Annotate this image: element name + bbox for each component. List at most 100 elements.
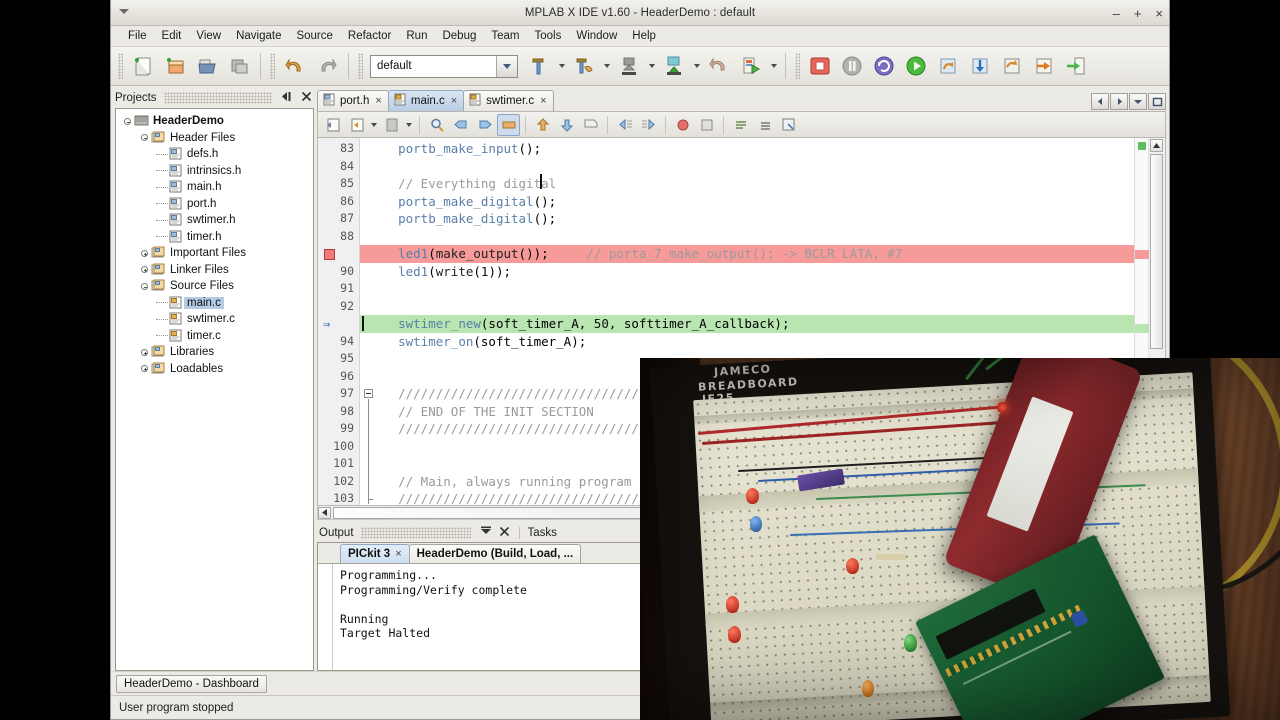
- line-number[interactable]: 90: [318, 263, 359, 281]
- make-and-program-icon[interactable]: [614, 51, 644, 81]
- shift-right-icon[interactable]: [637, 114, 660, 136]
- code-line[interactable]: portb_make_digital();: [360, 210, 1165, 228]
- new-project-icon[interactable]: [160, 51, 190, 81]
- tree-item-important-files[interactable]: Important Files: [116, 245, 313, 262]
- line-number[interactable]: 100: [318, 438, 359, 456]
- line-number-gutter[interactable]: 83 84 85 86 87 88 90 91 92 ⇒ 94 95 96 97 98 99 100 101 102…: [318, 138, 360, 505]
- tree-item-linker-files[interactable]: Linker Files: [116, 262, 313, 279]
- reset-icon[interactable]: [869, 52, 899, 80]
- line-number[interactable]: 96: [318, 368, 359, 386]
- breakpoint-marker[interactable]: [318, 245, 359, 263]
- tasks-tab[interactable]: Tasks: [518, 526, 565, 539]
- maximize-button[interactable]: +: [1134, 7, 1142, 20]
- line-number[interactable]: 86: [318, 193, 359, 211]
- new-file-icon[interactable]: [128, 51, 158, 81]
- make-program-dropdown-icon[interactable]: [646, 52, 657, 80]
- window-menu-icon[interactable]: [119, 9, 129, 14]
- code-line[interactable]: led1(write(1));: [360, 263, 1165, 281]
- line-number[interactable]: 99: [318, 420, 359, 438]
- code-line[interactable]: led1(make_output()); // porta_7_make_out…: [360, 245, 1165, 263]
- previous-bookmark-icon[interactable]: [449, 114, 472, 136]
- code-line[interactable]: swtimer_on(soft_timer_A);: [360, 333, 1165, 351]
- program-device-icon[interactable]: [659, 51, 689, 81]
- step-over-icon[interactable]: [933, 52, 963, 80]
- output-panel-grip[interactable]: [360, 526, 471, 539]
- tree-item-defs-h[interactable]: defs.h: [116, 146, 313, 163]
- step-out-icon[interactable]: [997, 52, 1027, 80]
- expand-handle-icon[interactable]: [139, 264, 150, 275]
- inspect-icon[interactable]: [777, 114, 800, 136]
- shift-line-down-icon[interactable]: [555, 114, 578, 136]
- hold-in-reset-icon[interactable]: [704, 51, 734, 81]
- program-dropdown-icon[interactable]: [691, 52, 702, 80]
- collapse-handle-icon[interactable]: [122, 116, 133, 127]
- line-number[interactable]: 101: [318, 455, 359, 473]
- line-number[interactable]: 87: [318, 210, 359, 228]
- line-number[interactable]: 83: [318, 140, 359, 158]
- collapse-icon[interactable]: [279, 91, 295, 105]
- menu-help[interactable]: Help: [625, 28, 663, 44]
- breakpoint-icon[interactable]: [324, 248, 335, 260]
- menu-view[interactable]: View: [189, 28, 228, 44]
- code-line[interactable]: [360, 158, 1165, 176]
- build-project-icon[interactable]: [524, 51, 554, 81]
- code-line[interactable]: swtimer_new(soft_timer_A, 50, softtimer_…: [360, 315, 1165, 333]
- tree-item-swtimer-h[interactable]: swtimer.h: [116, 212, 313, 229]
- tree-item-timer-c[interactable]: timer.c: [116, 328, 313, 345]
- scroll-right-icon[interactable]: [1110, 93, 1128, 110]
- chevron-down-icon[interactable]: [496, 55, 517, 77]
- tree-item-timer-h[interactable]: timer.h: [116, 229, 313, 246]
- format-icon[interactable]: [729, 114, 752, 136]
- debug-project-icon[interactable]: [736, 51, 766, 81]
- find-selection-icon[interactable]: [425, 114, 448, 136]
- pause-icon[interactable]: [837, 52, 867, 80]
- menu-debug[interactable]: Debug: [435, 28, 483, 44]
- tree-item-headerdemo[interactable]: HeaderDemo: [116, 113, 313, 130]
- minimize-icon[interactable]: [478, 526, 494, 540]
- code-line[interactable]: // Everything digital: [360, 175, 1165, 193]
- projects-panel-grip[interactable]: [163, 92, 272, 104]
- continue-icon[interactable]: [901, 52, 931, 80]
- clean-build-dropdown-icon[interactable]: [601, 52, 612, 80]
- maximize-window-icon[interactable]: [1148, 93, 1166, 110]
- new-watch-icon[interactable]: [695, 114, 718, 136]
- last-edit-icon[interactable]: [321, 114, 344, 136]
- stop-debug-icon[interactable]: [805, 52, 835, 80]
- code-line[interactable]: porta_make_digital();: [360, 193, 1165, 211]
- close-icon[interactable]: [497, 526, 512, 540]
- expand-handle-icon[interactable]: [139, 363, 150, 374]
- tree-item-main-c[interactable]: main.c: [116, 295, 313, 312]
- tab-list-icon[interactable]: [1129, 93, 1147, 110]
- line-number[interactable]: 85: [318, 175, 359, 193]
- code-fold-toggle-icon[interactable]: [364, 389, 373, 398]
- forward-dropdown-icon[interactable]: [404, 114, 414, 136]
- line-number[interactable]: 91: [318, 280, 359, 298]
- back-icon[interactable]: [345, 114, 368, 136]
- tree-item-main-h[interactable]: main.h: [116, 179, 313, 196]
- tree-item-loadables[interactable]: Loadables: [116, 361, 313, 378]
- expand-handle-icon[interactable]: [139, 347, 150, 358]
- forward-icon[interactable]: [380, 114, 403, 136]
- menu-team[interactable]: Team: [484, 28, 526, 44]
- current-line-marker[interactable]: ⇒: [318, 315, 359, 333]
- tree-item-swtimer-c[interactable]: swtimer.c: [116, 311, 313, 328]
- code-line[interactable]: [360, 298, 1165, 316]
- toggle-comment-icon[interactable]: [579, 114, 602, 136]
- close-tab-icon[interactable]: ×: [540, 95, 546, 107]
- set-pc-at-cursor-icon[interactable]: [1061, 52, 1091, 80]
- step-into-icon[interactable]: [965, 52, 995, 80]
- scrollbar-thumb[interactable]: [1150, 154, 1163, 349]
- shift-left-icon[interactable]: [613, 114, 636, 136]
- line-number[interactable]: 84: [318, 158, 359, 176]
- menu-source[interactable]: Source: [289, 28, 339, 44]
- editor-tab-swtimer-c[interactable]: swtimer.c ×: [463, 90, 554, 111]
- menu-file[interactable]: File: [121, 28, 154, 44]
- scroll-up-button[interactable]: [1150, 139, 1163, 152]
- line-number[interactable]: 97: [318, 385, 359, 403]
- editor-tab-main-c[interactable]: main.c ×: [387, 90, 465, 111]
- line-number[interactable]: 103: [318, 490, 359, 505]
- close-tab-icon[interactable]: ×: [451, 95, 457, 107]
- expand-handle-icon[interactable]: [139, 248, 150, 259]
- next-bookmark-icon[interactable]: [473, 114, 496, 136]
- toggle-bookmark-icon[interactable]: [497, 113, 520, 136]
